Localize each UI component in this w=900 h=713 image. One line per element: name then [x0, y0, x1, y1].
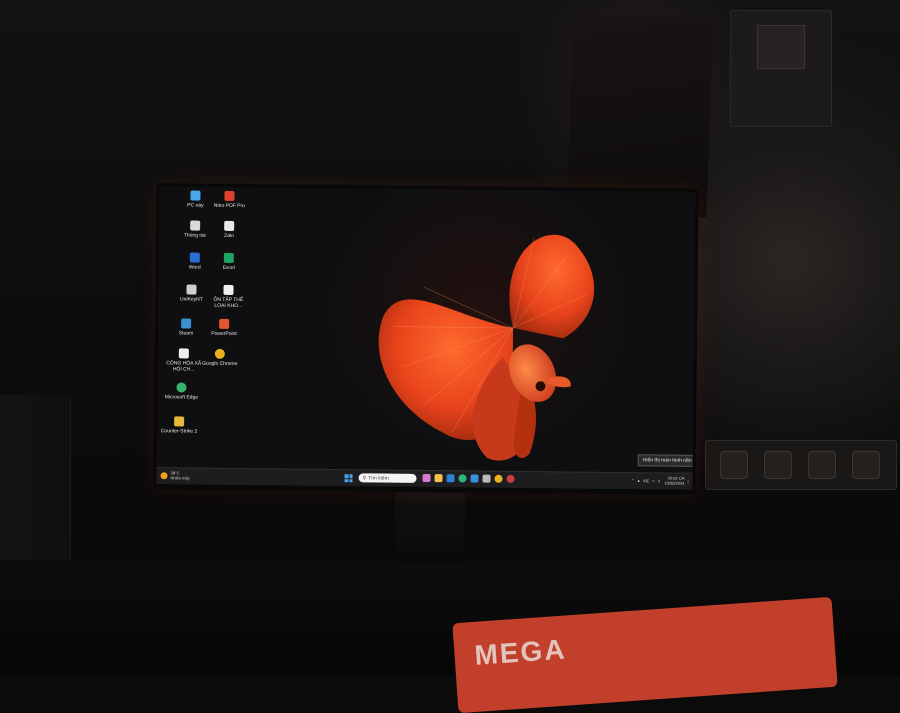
nitro-pdf-icon	[224, 190, 235, 201]
desktop-screen: PC này Nitro PDF Pro Thùng rác Zalo Word…	[156, 186, 696, 490]
clock-date: 10/05/2024	[664, 480, 685, 486]
weather-cloud-icon	[160, 471, 168, 479]
steam-icon	[181, 318, 192, 329]
zalo-icon	[224, 220, 235, 231]
search-icon: ⚲	[362, 474, 367, 481]
system-tray: ⌃ ● VIE ≈ ♬ 20:02 CH 10/05/2024 |	[631, 475, 689, 486]
tray-language[interactable]: VIE	[643, 478, 650, 483]
app-icon[interactable]	[482, 474, 491, 483]
weather-desc: Nhiều mây	[170, 475, 190, 481]
start-button[interactable]	[344, 474, 353, 483]
wall-switch-panel	[730, 10, 832, 127]
unikey-icon	[186, 284, 197, 295]
monitor-stand	[395, 493, 465, 563]
search-placeholder: Tìm kiếm	[368, 474, 389, 482]
app-icon-2[interactable]	[506, 474, 515, 483]
taskbar-clock[interactable]: 20:02 CH 10/05/2024	[664, 476, 684, 486]
pc-icon	[190, 190, 201, 201]
wifi-icon[interactable]: ≈	[652, 478, 654, 483]
mousepad-text: MEGA	[473, 633, 568, 671]
weather-widget[interactable]: 28°C Nhiều mây	[160, 470, 190, 481]
power-socket-strip	[705, 440, 897, 490]
desktop-icon-on-tap-doc[interactable]: ÔN TẬP THẾ LOẠI KHO...	[208, 284, 248, 309]
copilot-icon[interactable]	[422, 473, 431, 483]
taskbar-pinned-apps	[422, 473, 515, 483]
counter-strike-icon	[174, 416, 185, 427]
edge-icon	[176, 382, 187, 393]
tray-notification-icon[interactable]: ●	[637, 478, 639, 483]
tray-chevron-icon[interactable]: ⌃	[631, 478, 634, 483]
desktop-icon-nitro-pdf[interactable]: Nitro PDF Pro	[209, 190, 249, 209]
desktop-icon-edge[interactable]: Microsoft Edge	[161, 382, 201, 401]
desktop-icon-unikey[interactable]: UniKeyNT	[171, 284, 211, 303]
mail-icon[interactable]	[446, 474, 455, 483]
document-icon	[178, 348, 189, 359]
desktop-icon-excel[interactable]: Excel	[209, 252, 249, 271]
document-icon	[223, 284, 234, 295]
taskbar: 28°C Nhiều mây ⚲ Tìm kiếm ⌃ ● VIE ≈ ♬ 20…	[156, 467, 693, 490]
chrome-icon	[214, 348, 225, 359]
betta-fish-wallpaper	[378, 234, 594, 461]
taskbar-search[interactable]: ⚲ Tìm kiếm	[358, 473, 417, 483]
desktop-icon-cong-hoa-doc[interactable]: CỘNG HÒA XÃ HỘI CH...	[164, 348, 204, 373]
excel-icon	[223, 252, 234, 263]
show-desktop-button[interactable]: |	[687, 478, 688, 483]
edge-taskbar-icon[interactable]	[458, 474, 467, 483]
desktop-icon-counter-strike[interactable]: Counter-Strike 2	[159, 416, 199, 435]
wall-poster	[566, 12, 714, 218]
store-icon[interactable]	[470, 474, 479, 483]
file-explorer-icon[interactable]	[434, 474, 443, 483]
desktop-icon-steam[interactable]: Steam	[166, 318, 206, 337]
chrome-taskbar-icon[interactable]	[494, 474, 503, 483]
word-icon	[189, 252, 200, 263]
monitor: PC này Nitro PDF Pro Thùng rác Zalo Word…	[153, 183, 699, 495]
volume-icon[interactable]: ♬	[657, 478, 661, 483]
desktop-icon-zalo[interactable]: Zalo	[209, 220, 249, 239]
recycle-bin-icon	[190, 220, 201, 231]
show-desktop-tooltip: Hiển thị màn hình nền	[637, 454, 696, 467]
desktop-icon-powerpoint[interactable]: PowerPoint	[204, 318, 244, 337]
desktop-icon-chrome[interactable]: Google Chrome	[200, 348, 240, 367]
powerpoint-icon	[219, 318, 230, 329]
